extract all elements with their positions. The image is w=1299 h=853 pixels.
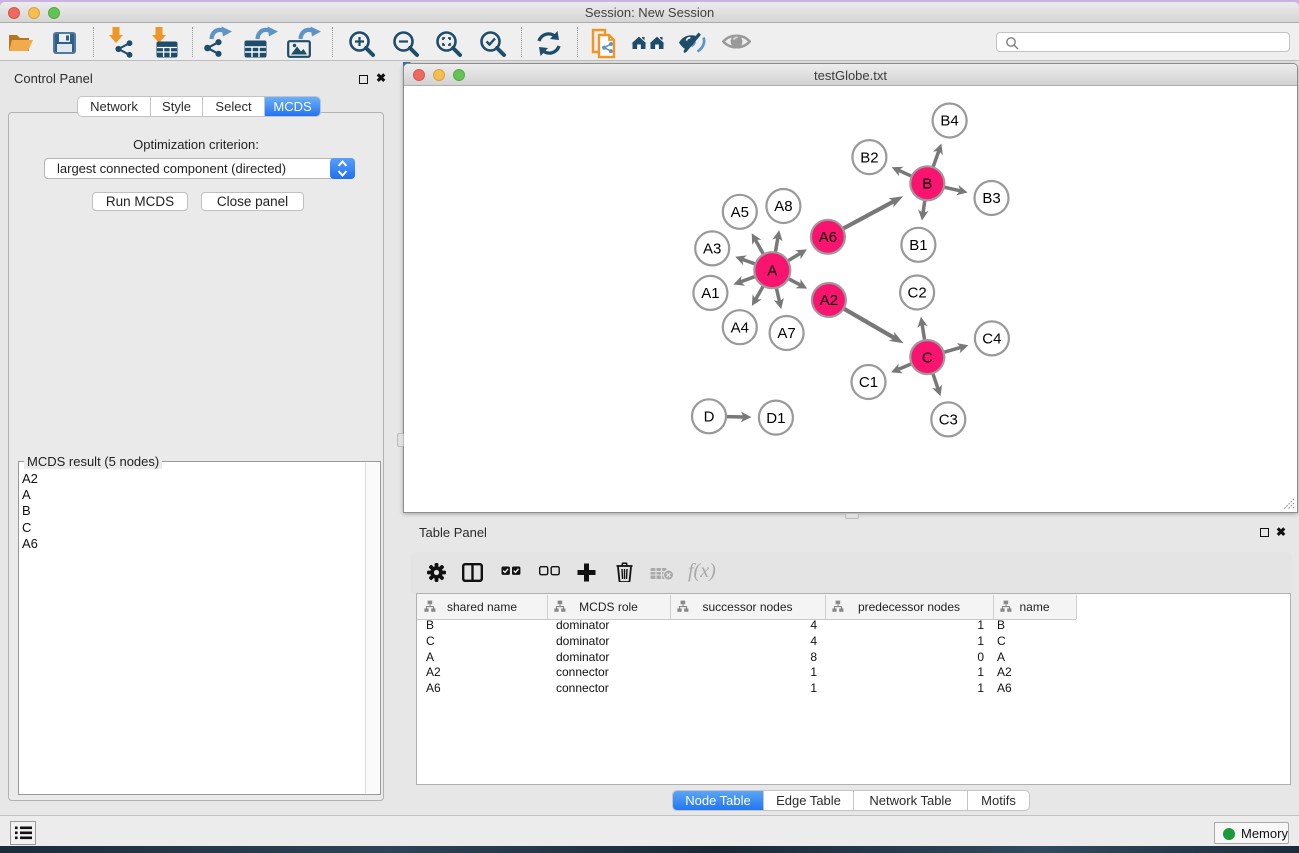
svg-text:C2: C2: [908, 285, 927, 302]
svg-text:A7: A7: [777, 325, 795, 342]
svg-text:A5: A5: [731, 204, 749, 221]
svg-text:C4: C4: [982, 331, 1001, 348]
svg-text:A6: A6: [819, 229, 837, 246]
svg-text:A4: A4: [731, 319, 749, 336]
svg-text:C1: C1: [859, 374, 878, 391]
svg-text:B: B: [922, 176, 932, 193]
svg-text:A3: A3: [703, 241, 721, 258]
svg-text:C3: C3: [939, 412, 958, 429]
svg-text:B4: B4: [940, 113, 958, 130]
svg-text:A2: A2: [820, 292, 838, 309]
svg-text:A1: A1: [701, 285, 719, 302]
svg-text:B2: B2: [860, 149, 878, 166]
svg-text:A: A: [767, 262, 777, 279]
svg-text:A8: A8: [774, 198, 792, 215]
svg-text:D: D: [704, 409, 715, 426]
svg-text:B1: B1: [909, 237, 927, 254]
svg-text:B3: B3: [982, 190, 1000, 207]
svg-text:D1: D1: [766, 410, 785, 427]
svg-text:C: C: [922, 349, 933, 366]
